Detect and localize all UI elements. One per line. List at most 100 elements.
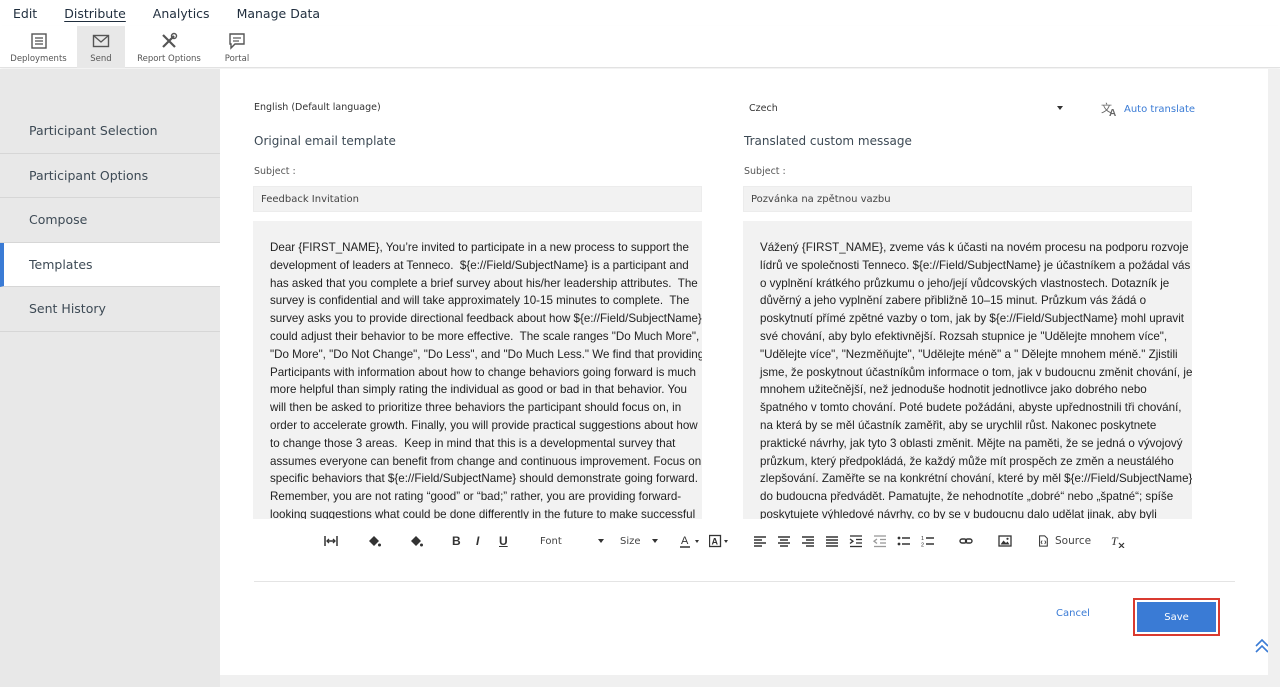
body-line: Dear {FIRST_NAME}, You’re invited to par… xyxy=(270,241,689,254)
indent-button[interactable] xyxy=(849,528,863,554)
size-select[interactable]: Size xyxy=(620,528,658,554)
image-icon xyxy=(998,535,1012,547)
insert-image-button[interactable] xyxy=(998,528,1012,554)
body-line: Vážený {FIRST_NAME}, zveme vás k účasti … xyxy=(760,241,1189,254)
link-icon xyxy=(959,538,973,544)
right-subject-label: Subject : xyxy=(744,166,786,177)
align-right-button[interactable] xyxy=(801,528,815,554)
source-label: Source xyxy=(1055,535,1092,547)
body-line: zlepšování. Zaměřte se na konkrétní chov… xyxy=(760,472,1192,486)
cancel-button[interactable]: Cancel xyxy=(1056,608,1090,619)
bold-button[interactable]: B xyxy=(452,528,461,554)
body-line: order to accelerate growth. Finally, you… xyxy=(270,418,698,432)
sidebar-item-compose[interactable]: Compose xyxy=(0,198,220,243)
svg-text:A: A xyxy=(712,537,719,547)
numbered-list-icon: 12 xyxy=(921,536,934,548)
menu-distribute[interactable]: Distribute xyxy=(64,6,126,21)
send-button[interactable]: Send xyxy=(77,26,125,68)
deployments-button[interactable]: Deployments xyxy=(0,26,77,68)
body-line: lídrů ve společnosti Tenneco. ${e://Fiel… xyxy=(760,258,1191,272)
body-line: do budoucna předvádět. Pamatujte, že neh… xyxy=(760,490,1174,504)
font-select[interactable]: Font xyxy=(540,528,604,554)
justify-button[interactable] xyxy=(825,528,839,554)
outdent-button[interactable] xyxy=(873,528,887,554)
source-button[interactable]: Source xyxy=(1037,528,1091,554)
body-line: "Do More", "Do Not Change", "Do Less", a… xyxy=(270,347,702,361)
portal-label: Portal xyxy=(224,54,250,64)
font-select-label: Font xyxy=(540,535,562,547)
background-color-button[interactable] xyxy=(409,528,423,554)
portal-button[interactable]: Portal xyxy=(213,26,261,68)
save-button-highlight: Save xyxy=(1133,598,1220,636)
original-body-editor[interactable]: Dear {FIRST_NAME}, You’re invited to par… xyxy=(253,221,702,519)
menu-manage-data[interactable]: Manage Data xyxy=(237,6,320,21)
sidebar-item-participant-selection[interactable]: Participant Selection xyxy=(0,109,220,154)
bottom-strip xyxy=(220,675,1268,687)
body-line: development of leaders at Tenneco. ${e:/… xyxy=(270,258,689,272)
highlight-chevron-icon xyxy=(724,539,728,543)
footer-divider xyxy=(254,581,1235,582)
chevron-down-icon xyxy=(1057,106,1063,110)
target-language-select[interactable]: Czech xyxy=(749,99,1063,117)
sidebar-item-participant-options[interactable]: Participant Options xyxy=(0,153,220,198)
highlight-color-button[interactable]: A xyxy=(709,528,728,554)
save-button[interactable]: Save xyxy=(1137,602,1216,632)
body-line: důvěrný a jeho vyplnění zabere přibližně… xyxy=(760,294,1147,308)
original-subject-field[interactable]: Feedback Invitation xyxy=(253,186,702,212)
body-line: průzkum, který předpokládá, že každý můž… xyxy=(760,454,1174,468)
align-left-button[interactable] xyxy=(753,528,767,554)
deployments-label: Deployments xyxy=(10,54,67,64)
translated-subject-field[interactable]: Pozvánka na zpětnou vazbu xyxy=(743,186,1192,212)
body-line: to change those 3 areas. Keep in mind th… xyxy=(270,436,676,450)
clear-formatting-button[interactable]: T xyxy=(1111,528,1125,554)
auto-translate-button[interactable]: 文 A Auto translate xyxy=(1100,101,1195,117)
justify-icon xyxy=(826,536,838,547)
report-options-button[interactable]: Report Options xyxy=(125,26,213,68)
source-language: English (Default language) xyxy=(254,102,381,113)
font-color-button[interactable]: A xyxy=(680,528,699,554)
send-label: Send xyxy=(90,54,112,64)
clear-formatting-icon: T xyxy=(1111,534,1125,548)
body-line: survey is confidential and will take app… xyxy=(270,294,690,308)
body-line: praktické návrhy, jak tyto 3 oblasti změ… xyxy=(760,436,1183,450)
tools-icon xyxy=(162,32,178,48)
body-line: will then be asked to prioritize three b… xyxy=(270,401,682,415)
font-color-chevron-icon xyxy=(695,539,699,543)
body-line: špatného v tomto chování. Poté budete po… xyxy=(760,401,1182,415)
italic-button[interactable]: I xyxy=(476,528,479,554)
highlight-icon: A xyxy=(709,534,722,548)
numbered-list-button[interactable]: 12 xyxy=(921,528,935,554)
svg-text:A: A xyxy=(681,535,689,547)
link-button[interactable] xyxy=(959,528,973,554)
body-line: poskytnutí přímé zpětné vazby o tom, jak… xyxy=(760,312,1185,326)
body-line: survey asks you to provide directional f… xyxy=(270,312,702,326)
text-color-button[interactable] xyxy=(367,528,381,554)
body-line: specific behaviors that ${e://Field/Subj… xyxy=(270,472,698,486)
menu-analytics[interactable]: Analytics xyxy=(153,6,210,21)
list-icon xyxy=(30,33,47,49)
body-line: na která by se měl účastník zaměřit, aby… xyxy=(760,418,1157,432)
size-select-label: Size xyxy=(620,535,641,547)
envelope-icon xyxy=(92,34,110,48)
svg-text:T: T xyxy=(1111,534,1119,548)
page-scrollbar[interactable] xyxy=(1268,69,1280,687)
align-left-icon xyxy=(754,536,766,547)
rich-text-toolbar: B I U Font Size A A 1 2 Source T xyxy=(316,528,1166,554)
align-center-button[interactable] xyxy=(777,528,791,554)
main-panel: English (Default language) Original emai… xyxy=(220,69,1269,675)
body-line: své chování, aby bylo efektivnější. Rozs… xyxy=(760,329,1168,343)
bulleted-list-button[interactable] xyxy=(897,528,911,554)
align-right-icon xyxy=(802,536,814,547)
body-line: Participants with information about how … xyxy=(270,365,696,379)
fit-width-button[interactable] xyxy=(324,528,338,554)
body-line: poskytujete výhledové návrhy, co by se v… xyxy=(760,507,1157,519)
translated-body-editor[interactable]: Vážený {FIRST_NAME}, zveme vás k účasti … xyxy=(743,221,1192,519)
body-line: "Udělejte více", "Nezměňujte", "Udělejte… xyxy=(760,347,1178,361)
body-line: more helpful than simply rating the indi… xyxy=(270,383,688,397)
paint-bucket-icon xyxy=(369,536,381,547)
size-chevron-icon xyxy=(652,539,658,543)
menu-edit[interactable]: Edit xyxy=(13,6,37,21)
sidebar-item-sent-history[interactable]: Sent History xyxy=(0,287,220,332)
underline-button[interactable]: U xyxy=(499,528,508,554)
sidebar-item-templates[interactable]: Templates xyxy=(0,242,220,287)
